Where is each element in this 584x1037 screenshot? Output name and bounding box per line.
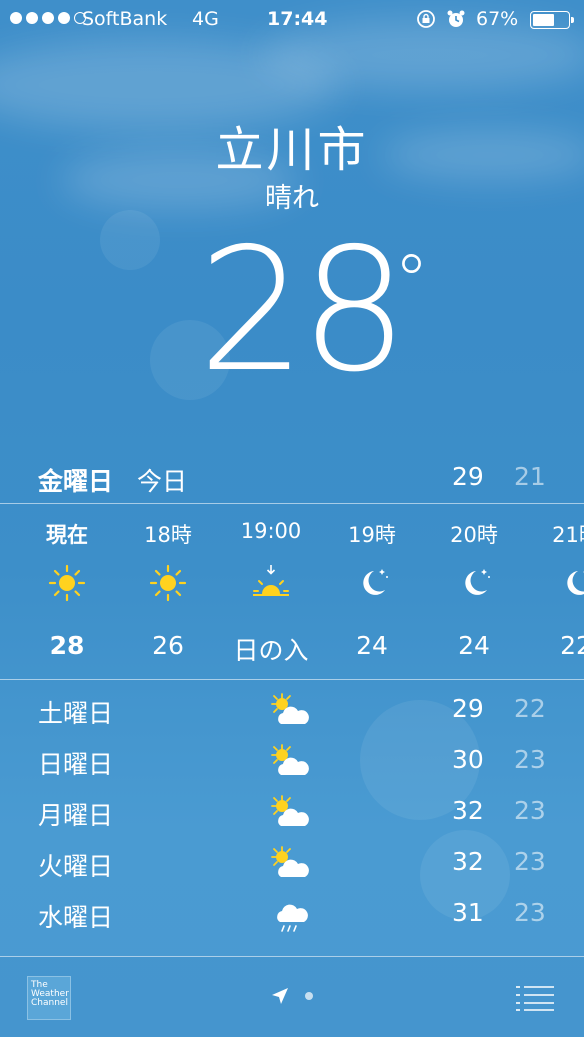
day-name: 土曜日 bbox=[38, 699, 114, 728]
page-indicator[interactable] bbox=[305, 992, 313, 1000]
hour-label: 18時 bbox=[144, 523, 192, 547]
city-name: 立川市 bbox=[215, 122, 369, 178]
location-arrow-icon[interactable] bbox=[270, 986, 290, 1006]
today-high: 29 bbox=[452, 462, 484, 491]
rain-icon bbox=[277, 904, 308, 932]
battery-icon bbox=[530, 11, 574, 29]
today-label: 今日 bbox=[137, 467, 188, 496]
clock: 17:44 bbox=[267, 8, 328, 30]
daily-row: 土曜日 29 22 bbox=[0, 686, 584, 737]
divider bbox=[0, 503, 584, 504]
daily-row: 火曜日 32 23 bbox=[0, 839, 584, 890]
hour-temperature: 24 bbox=[458, 631, 490, 660]
current-temperature: 28 bbox=[198, 212, 408, 410]
day-low: 22 bbox=[514, 694, 546, 723]
rotation-lock-icon bbox=[417, 10, 435, 28]
hour-temperature: 22 bbox=[560, 631, 584, 660]
sunset-icon bbox=[253, 565, 289, 596]
hour-temperature: 24 bbox=[356, 631, 388, 660]
day-low: 23 bbox=[514, 796, 546, 825]
daily-row: 水曜日 31 23 bbox=[0, 890, 584, 941]
day-low: 23 bbox=[514, 745, 546, 774]
day-high: 32 bbox=[452, 796, 484, 825]
weather-channel-logo[interactable]: The Weather Channel bbox=[27, 976, 71, 1020]
hour-temperature: 28 bbox=[49, 631, 85, 660]
status-bar: SoftBank 4G 17:44 67% bbox=[0, 0, 584, 40]
day-low: 23 bbox=[514, 847, 546, 876]
moon-icon bbox=[567, 571, 584, 595]
today-day: 金曜日 bbox=[38, 467, 114, 496]
partly-cloudy-icon bbox=[271, 795, 309, 826]
today-low: 21 bbox=[514, 462, 546, 491]
hour-label: 19時 bbox=[348, 523, 396, 547]
carrier-name: SoftBank bbox=[82, 8, 168, 30]
divider bbox=[0, 956, 584, 957]
moon-icon bbox=[363, 569, 388, 595]
network-type: 4G bbox=[192, 8, 219, 30]
moon-icon bbox=[465, 569, 490, 595]
partly-cloudy-icon bbox=[271, 846, 309, 877]
hourly-forecast[interactable]: 現在 28 18時 26 19:00 日の入 19時 24 20時 24 21 … bbox=[0, 505, 584, 679]
battery-percent: 67% bbox=[476, 8, 519, 30]
day-name: 火曜日 bbox=[38, 852, 114, 881]
day-name: 日曜日 bbox=[38, 750, 114, 779]
day-high: 30 bbox=[452, 745, 484, 774]
hour-label: 19:00 bbox=[240, 519, 302, 543]
day-name: 月曜日 bbox=[38, 801, 114, 830]
partly-cloudy-icon bbox=[271, 744, 309, 775]
sun-icon bbox=[149, 564, 187, 602]
day-high: 29 bbox=[452, 694, 484, 723]
divider bbox=[0, 679, 584, 680]
day-high: 32 bbox=[452, 847, 484, 876]
hour-label: 20時 bbox=[450, 523, 498, 547]
degree-symbol: ° bbox=[394, 240, 429, 322]
daily-row: 月曜日 32 23 bbox=[0, 788, 584, 839]
bottom-toolbar: The Weather Channel bbox=[0, 956, 584, 1037]
daily-row: 日曜日 30 23 bbox=[0, 737, 584, 788]
hour-temperature: 26 bbox=[152, 631, 184, 660]
alarm-icon bbox=[447, 10, 465, 27]
day-high: 31 bbox=[452, 898, 484, 927]
list-icon[interactable] bbox=[514, 984, 556, 1012]
signal-strength-icon bbox=[10, 12, 86, 24]
hour-temperature: 日の入 bbox=[233, 636, 309, 665]
hour-label: 現在 bbox=[46, 523, 88, 547]
hour-label: 21時 bbox=[552, 523, 584, 547]
today-row: 金曜日 今日 29 21 bbox=[0, 458, 584, 502]
sun-icon bbox=[48, 564, 86, 602]
day-low: 23 bbox=[514, 898, 546, 927]
partly-cloudy-icon bbox=[271, 693, 309, 724]
day-name: 水曜日 bbox=[38, 903, 114, 932]
weather-condition: 晴れ bbox=[265, 183, 319, 214]
